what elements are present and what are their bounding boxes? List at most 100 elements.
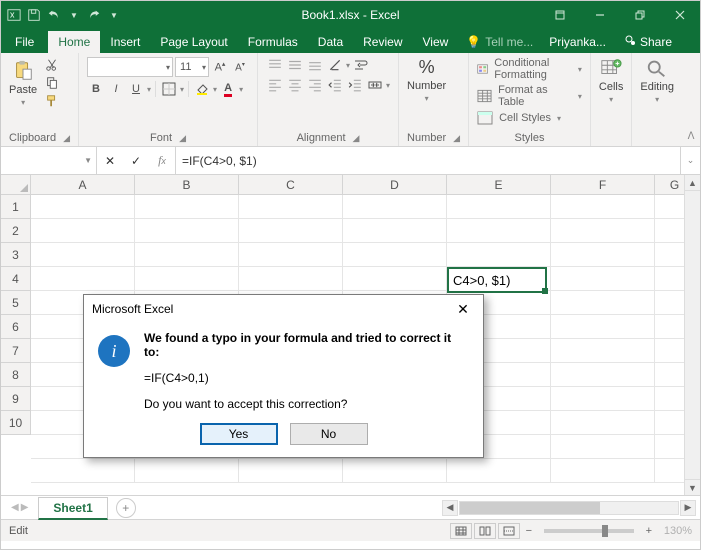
column-headers[interactable]: A B C D E F G — [31, 175, 700, 195]
row-header[interactable]: 3 — [1, 243, 31, 267]
vertical-scrollbar[interactable]: ▲ ▼ — [684, 175, 700, 495]
col-header[interactable]: D — [343, 175, 447, 195]
dialog-launcher-icon[interactable]: ◢ — [453, 133, 460, 144]
select-all-corner[interactable] — [1, 175, 31, 195]
dialog-no-button[interactable]: No — [290, 423, 368, 445]
hscroll-left-button[interactable]: ◀ — [442, 500, 458, 516]
undo-icon[interactable] — [47, 8, 61, 22]
qat-customize-icon[interactable]: ▼ — [107, 8, 121, 22]
row-header[interactable]: 6 — [1, 315, 31, 339]
copy-button[interactable] — [43, 75, 61, 91]
col-header[interactable]: B — [135, 175, 239, 195]
align-center-button[interactable] — [286, 77, 304, 93]
conditional-formatting-button[interactable]: Conditional Formatting▾ — [477, 57, 582, 81]
fill-color-button[interactable] — [193, 81, 211, 97]
row-header[interactable]: 7 — [1, 339, 31, 363]
row-header[interactable]: 10 — [1, 411, 31, 435]
wrap-text-button[interactable] — [352, 57, 370, 73]
row-header[interactable]: 8 — [1, 363, 31, 387]
row-header[interactable]: 4 — [1, 267, 31, 291]
tab-file[interactable]: File — [1, 31, 48, 53]
row-header[interactable]: 2 — [1, 219, 31, 243]
increase-indent-button[interactable] — [346, 77, 364, 93]
enter-formula-icon[interactable]: ✓ — [123, 154, 149, 168]
font-family-select[interactable]: ▾ — [87, 57, 173, 77]
cancel-formula-icon[interactable]: ✕ — [97, 154, 123, 168]
hscroll-right-button[interactable]: ▶ — [680, 500, 696, 516]
save-icon[interactable] — [27, 8, 41, 22]
ribbon-display-options-button[interactable] — [540, 1, 580, 29]
paste-button[interactable]: Paste ▾ — [9, 57, 37, 109]
row-headers[interactable]: 1 2 3 4 5 6 7 8 9 10 — [1, 195, 31, 435]
row-header[interactable]: 9 — [1, 387, 31, 411]
horizontal-scrollbar[interactable] — [459, 501, 679, 515]
tab-insert[interactable]: Insert — [100, 31, 150, 53]
tab-home[interactable]: Home — [48, 31, 100, 53]
collapse-ribbon-button[interactable]: ᐱ — [682, 53, 700, 146]
underline-button[interactable]: U — [127, 81, 145, 97]
tell-me[interactable]: 💡Tell me... — [458, 31, 541, 53]
merge-center-button[interactable] — [366, 77, 384, 93]
format-painter-button[interactable] — [43, 93, 61, 109]
tab-view[interactable]: View — [413, 31, 459, 53]
bold-button[interactable]: B — [87, 81, 105, 97]
signed-in-user[interactable]: Priyanka... — [541, 31, 614, 53]
orientation-button[interactable] — [326, 57, 344, 73]
cut-button[interactable] — [43, 57, 61, 73]
sheet-nav-next-icon[interactable]: ▶ — [21, 502, 29, 513]
tab-formulas[interactable]: Formulas — [238, 31, 308, 53]
tab-page-layout[interactable]: Page Layout — [150, 31, 237, 53]
row-header[interactable]: 1 — [1, 195, 31, 219]
editing-button[interactable]: Editing ▾ — [640, 57, 674, 104]
active-cell-e4[interactable]: C4>0, $1) — [447, 267, 547, 293]
redo-icon[interactable] — [87, 8, 101, 22]
dialog-launcher-icon[interactable]: ◢ — [353, 133, 360, 144]
page-layout-view-button[interactable] — [474, 523, 496, 539]
align-left-button[interactable] — [266, 77, 284, 93]
decrease-font-button[interactable]: A▾ — [231, 59, 249, 75]
align-right-button[interactable] — [306, 77, 324, 93]
undo-dropdown-icon[interactable]: ▼ — [67, 8, 81, 22]
fx-icon[interactable]: fx — [149, 153, 175, 168]
number-format-button[interactable]: % Number ▾ — [407, 57, 446, 103]
italic-button[interactable]: I — [107, 81, 125, 97]
dialog-launcher-icon[interactable]: ◢ — [179, 133, 186, 144]
sheet-tab-sheet1[interactable]: Sheet1 — [38, 497, 107, 520]
borders-button[interactable] — [160, 81, 178, 97]
format-as-table-button[interactable]: Format as Table▾ — [477, 84, 582, 108]
restore-button[interactable] — [620, 1, 660, 29]
scroll-up-button[interactable]: ▲ — [685, 175, 700, 191]
minimize-button[interactable] — [580, 1, 620, 29]
align-middle-button[interactable] — [286, 57, 304, 73]
col-header[interactable]: A — [31, 175, 135, 195]
page-break-view-button[interactable] — [498, 523, 520, 539]
font-color-button[interactable]: A — [219, 81, 237, 97]
sheet-nav-prev-icon[interactable]: ◀ — [11, 502, 19, 513]
dialog-launcher-icon[interactable]: ◢ — [63, 133, 70, 144]
share-button[interactable]: Share — [614, 30, 682, 53]
cells-button[interactable]: Cells ▾ — [599, 57, 623, 104]
align-bottom-button[interactable] — [306, 57, 324, 73]
formula-input[interactable]: =IF(C4>0, $1) — [176, 147, 680, 174]
cell-styles-button[interactable]: Cell Styles▾ — [477, 111, 582, 125]
hscroll-thumb[interactable] — [460, 502, 600, 514]
col-header[interactable]: E — [447, 175, 551, 195]
tab-data[interactable]: Data — [308, 31, 353, 53]
dialog-close-button[interactable]: ✕ — [451, 301, 475, 318]
zoom-percent[interactable]: 130% — [664, 525, 692, 537]
decrease-indent-button[interactable] — [326, 77, 344, 93]
expand-formula-bar-button[interactable]: ⌄ — [680, 147, 700, 174]
zoom-slider[interactable] — [544, 529, 634, 533]
name-box[interactable]: ▼ — [1, 147, 97, 174]
zoom-in-button[interactable]: + — [642, 525, 656, 537]
align-top-button[interactable] — [266, 57, 284, 73]
zoom-slider-thumb[interactable] — [602, 525, 608, 537]
scroll-down-button[interactable]: ▼ — [685, 479, 700, 495]
new-sheet-button[interactable]: + — [116, 498, 136, 518]
tab-review[interactable]: Review — [353, 31, 412, 53]
dialog-yes-button[interactable]: Yes — [200, 423, 278, 445]
normal-view-button[interactable] — [450, 523, 472, 539]
font-size-select[interactable]: 11▾ — [175, 57, 209, 77]
col-header[interactable]: F — [551, 175, 655, 195]
col-header[interactable]: C — [239, 175, 343, 195]
